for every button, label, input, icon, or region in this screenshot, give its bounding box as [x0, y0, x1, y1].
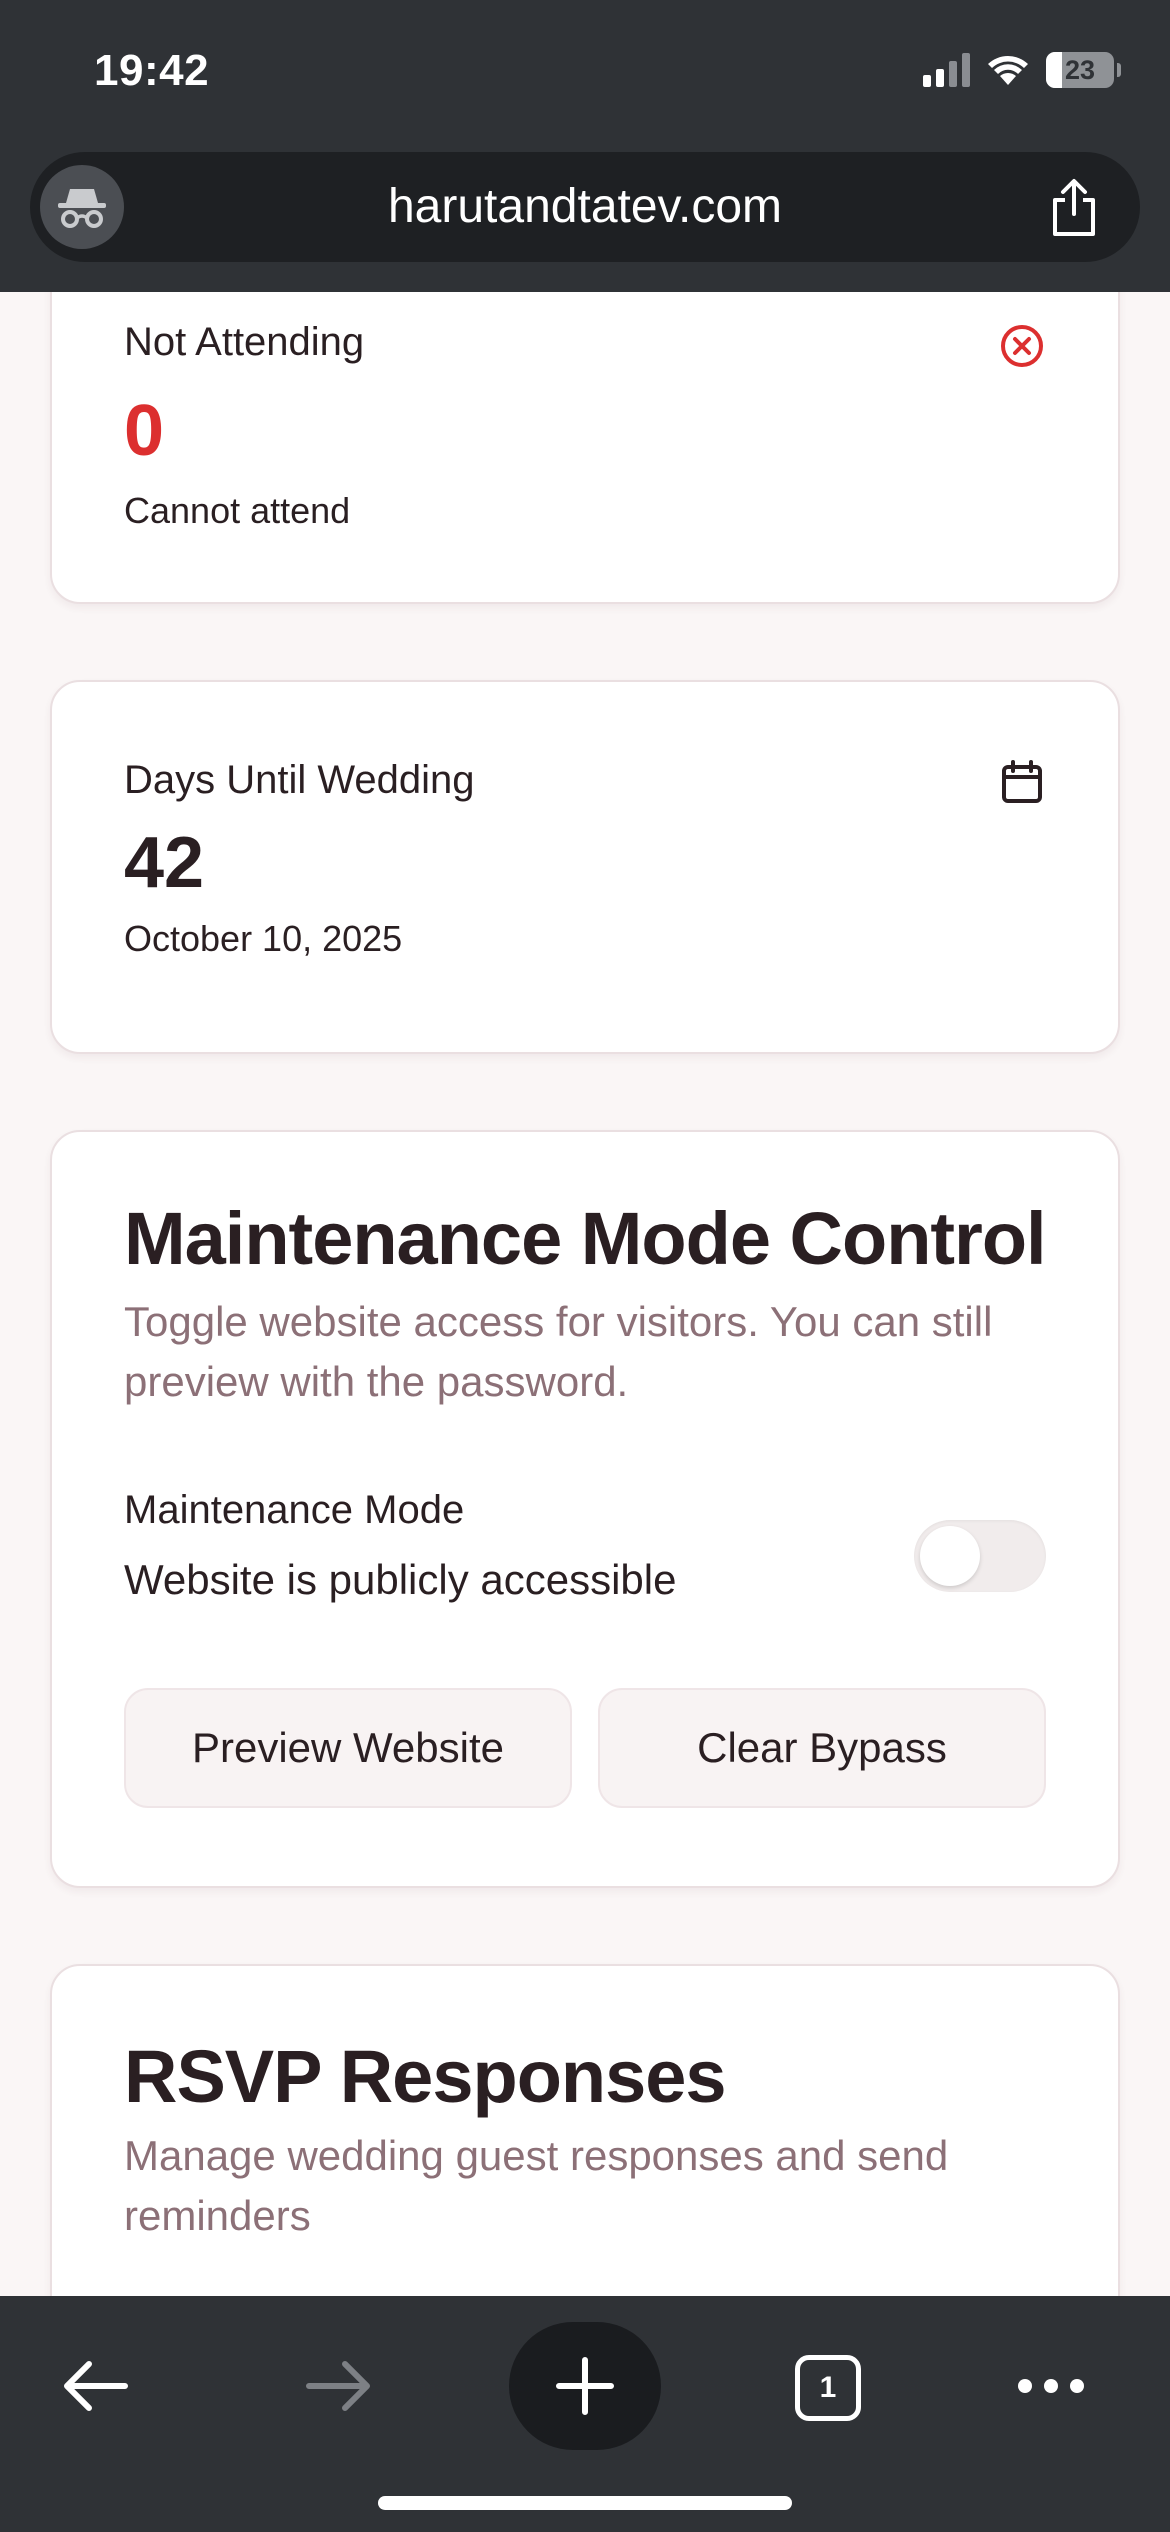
maintenance-mode-card: Maintenance Mode Control Toggle website …: [50, 1130, 1120, 1888]
new-tab-button[interactable]: [509, 2322, 661, 2450]
back-button[interactable]: [50, 2346, 140, 2426]
rsvp-responses-card: RSVP Responses Manage wedding guest resp…: [50, 1964, 1120, 2296]
toggle-knob: [920, 1526, 980, 1586]
page-content[interactable]: Not Attending 0 Cannot attend Days Until…: [0, 292, 1170, 2296]
days-until-title: Days Until Wedding: [124, 758, 475, 802]
forward-arrow-icon: [306, 2361, 370, 2411]
browser-top-chrome: 19:42 23 harutandtatev.com: [0, 0, 1170, 292]
rsvp-title: RSVP Responses: [124, 2035, 727, 2118]
days-until-count: 42: [124, 823, 205, 903]
wifi-icon: [988, 56, 1028, 85]
x-circle-icon: [1001, 325, 1043, 367]
status-icons: 23: [923, 52, 1121, 88]
more-icon: [1018, 2379, 1084, 2393]
maintenance-mode-toggle[interactable]: [914, 1520, 1046, 1592]
url-text[interactable]: harutandtatev.com: [30, 152, 1140, 262]
status-time: 19:42: [94, 46, 210, 95]
days-until-card: Days Until Wedding 42 October 10, 2025: [50, 680, 1120, 1054]
address-bar[interactable]: harutandtatev.com: [30, 152, 1140, 262]
cellular-signal-icon: [923, 53, 970, 87]
maintenance-description: Toggle website access for visitors. You …: [124, 1298, 993, 1405]
more-button[interactable]: [1006, 2346, 1096, 2426]
battery-icon: 23: [1046, 52, 1121, 88]
not-attending-subtitle: Cannot attend: [124, 490, 351, 531]
incognito-icon: [58, 189, 106, 228]
not-attending-count: 0: [124, 391, 165, 471]
wedding-date: October 10, 2025: [124, 918, 403, 959]
share-button[interactable]: [1044, 176, 1104, 240]
forward-button[interactable]: [294, 2346, 384, 2426]
rsvp-description: Manage wedding guest responses and send …: [124, 2132, 949, 2239]
share-icon: [1053, 179, 1095, 236]
back-arrow-icon: [64, 2361, 128, 2411]
incognito-button[interactable]: [40, 165, 124, 249]
tabs-icon: 1: [795, 2355, 861, 2421]
clear-bypass-button[interactable]: Clear Bypass: [598, 1688, 1046, 1808]
preview-website-button[interactable]: Preview Website: [124, 1688, 572, 1808]
not-attending-title: Not Attending: [124, 320, 365, 364]
plus-icon: [556, 2357, 614, 2415]
calendar-icon: [1002, 760, 1042, 803]
tabs-button[interactable]: 1: [786, 2346, 870, 2430]
home-indicator[interactable]: [378, 2496, 792, 2510]
not-attending-card: Not Attending 0 Cannot attend: [50, 292, 1120, 604]
maintenance-mode-label: Maintenance Mode: [124, 1488, 465, 1532]
maintenance-mode-status: Website is publicly accessible: [124, 1556, 677, 1603]
battery-level: 23: [1064, 54, 1096, 85]
maintenance-title: Maintenance Mode Control: [124, 1197, 1047, 1280]
